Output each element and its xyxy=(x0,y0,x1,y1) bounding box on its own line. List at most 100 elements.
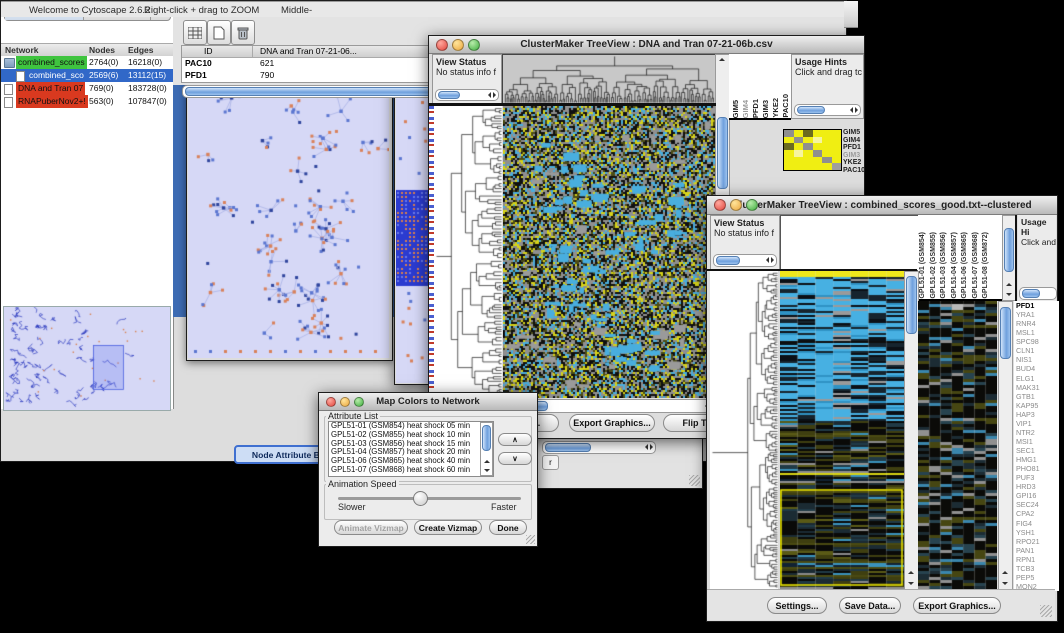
scroll-up-icon[interactable] xyxy=(1002,571,1008,574)
scroll-right-icon[interactable] xyxy=(855,107,858,113)
scrollbar-thumb[interactable] xyxy=(717,117,728,189)
scroll-arrows[interactable] xyxy=(488,92,496,98)
attribute-select-button[interactable] xyxy=(183,20,207,45)
scrollbar-thumb[interactable] xyxy=(906,276,917,334)
gene-label[interactable]: BUD4 xyxy=(1016,364,1059,373)
fragment-button[interactable]: r xyxy=(542,455,559,470)
scrollbar-thumb[interactable] xyxy=(716,256,740,265)
gene-label[interactable]: PFD1 xyxy=(1016,301,1059,310)
scrollbar-thumb[interactable] xyxy=(1022,289,1040,298)
gene-label[interactable]: RNR4 xyxy=(1016,319,1059,328)
gene-label[interactable]: HAP3 xyxy=(1016,410,1059,419)
scroll-right-icon[interactable] xyxy=(650,444,653,450)
gene-label[interactable]: PEP5 xyxy=(1016,573,1059,582)
gene-label[interactable]: SEC1 xyxy=(1016,446,1059,455)
speed-slider-thumb[interactable] xyxy=(413,491,428,506)
close-icon[interactable] xyxy=(436,39,448,51)
scroll-left-icon[interactable] xyxy=(766,257,769,263)
zoom-heatmap[interactable] xyxy=(783,129,842,171)
minimize-icon[interactable] xyxy=(340,397,350,407)
gene-label[interactable]: GTB1 xyxy=(1016,392,1059,401)
gene-label[interactable]: PAN1 xyxy=(1016,546,1059,555)
scroll-left-icon[interactable] xyxy=(645,444,648,450)
dialog-titlebar[interactable]: Map Colors to Network xyxy=(319,393,537,411)
attribute-list-vscrollbar[interactable] xyxy=(480,422,493,476)
gene-label[interactable]: YSH1 xyxy=(1016,528,1059,537)
scroll-arrows[interactable] xyxy=(850,107,858,113)
resize-grip[interactable] xyxy=(1040,605,1052,617)
gene-label[interactable]: TCB3 xyxy=(1016,564,1059,573)
scroll-up-icon[interactable] xyxy=(908,571,914,574)
scroll-down-icon[interactable] xyxy=(1002,582,1008,585)
gene-label[interactable]: NTR2 xyxy=(1016,428,1059,437)
zoom-window-icon[interactable] xyxy=(354,397,364,407)
gene-label[interactable]: YRA1 xyxy=(1016,310,1059,319)
treeview2-vscrollbar[interactable] xyxy=(904,271,919,591)
summary-heatmap[interactable] xyxy=(918,301,997,589)
export-graphics-button[interactable]: Export Graphics... xyxy=(913,597,1001,614)
network-row[interactable]: RNAPuberNov2+! 563(0) 107847(0) xyxy=(1,95,173,108)
usage-hints-hscrollbar[interactable] xyxy=(1019,287,1057,300)
fragment-hscrollbar[interactable] xyxy=(542,441,656,454)
minimize-icon[interactable] xyxy=(452,39,464,51)
scroll-arrows[interactable] xyxy=(645,444,653,450)
scroll-down-icon[interactable] xyxy=(484,469,490,472)
treeview2-heatmap[interactable] xyxy=(780,271,904,589)
scroll-up-icon[interactable] xyxy=(719,58,725,61)
network-canvas[interactable] xyxy=(188,55,389,358)
network-overview[interactable] xyxy=(3,306,171,411)
scroll-down-icon[interactable] xyxy=(908,582,914,585)
gene-label[interactable]: CPA2 xyxy=(1016,509,1059,518)
scrollbar-thumb[interactable] xyxy=(1004,228,1014,272)
gene-label[interactable]: SPC98 xyxy=(1016,337,1059,346)
animate-vizmap-button[interactable]: Animate Vizmap xyxy=(334,520,408,535)
resize-grip[interactable] xyxy=(526,535,535,544)
scroll-right-icon[interactable] xyxy=(493,92,496,98)
network-row[interactable]: combined_scores 2764(0) 16218(0) xyxy=(1,56,173,69)
gene-list[interactable]: PFD1YRA1RNR4MSL1SPC98CLN1NIS1BUD4ELG1MAK… xyxy=(1014,301,1059,591)
speed-slider-track[interactable] xyxy=(338,497,521,500)
export-graphics-button[interactable]: Export Graphics... xyxy=(569,414,655,432)
gene-label[interactable]: MAK31 xyxy=(1016,383,1059,392)
window-controls[interactable] xyxy=(429,39,480,51)
scrollbar-thumb[interactable] xyxy=(482,425,491,451)
zoom-window-icon[interactable] xyxy=(746,199,758,211)
scrollbar-thumb[interactable] xyxy=(438,91,460,99)
treeview2-titlebar[interactable]: ClusterMaker TreeView : combined_scores_… xyxy=(707,196,1057,215)
gene-label[interactable]: RPN1 xyxy=(1016,555,1059,564)
gene-label[interactable]: CLN1 xyxy=(1016,346,1059,355)
gene-label[interactable]: ELG1 xyxy=(1016,374,1059,383)
move-up-button[interactable]: ∧ xyxy=(498,433,532,446)
scrollbar-thumb[interactable] xyxy=(545,443,591,452)
gene-label[interactable]: RPO21 xyxy=(1016,537,1059,546)
delete-attribute-button[interactable] xyxy=(231,20,255,45)
view-status-hscrollbar[interactable] xyxy=(713,254,777,267)
resize-grip[interactable] xyxy=(689,475,700,486)
scrollbar-thumb[interactable] xyxy=(797,106,825,114)
treeview1-titlebar[interactable]: ClusterMaker TreeView : DNA and Tran 07-… xyxy=(429,36,864,54)
view-status-hscrollbar[interactable] xyxy=(435,89,499,101)
gene-list-vscrollbar[interactable] xyxy=(998,301,1013,591)
close-icon[interactable] xyxy=(326,397,336,407)
save-data-button[interactable]: Save Data... xyxy=(839,597,901,614)
gene-label[interactable]: SEC24 xyxy=(1016,500,1059,509)
usage-hints-hscrollbar[interactable] xyxy=(794,104,861,116)
new-attribute-button[interactable] xyxy=(207,20,231,45)
attribute-item[interactable]: GPL51-07 (GSM868) heat shock 60 min xyxy=(329,466,493,475)
gene-label[interactable]: PHO81 xyxy=(1016,464,1059,473)
minimize-icon[interactable] xyxy=(730,199,742,211)
create-vizmap-button[interactable]: Create Vizmap xyxy=(414,520,482,535)
gene-label[interactable]: HRD3 xyxy=(1016,482,1059,491)
scroll-arrows[interactable] xyxy=(766,257,774,263)
gene-label[interactable]: NIS1 xyxy=(1016,355,1059,364)
window-controls[interactable] xyxy=(319,397,364,407)
attribute-list[interactable]: GPL51-01 (GSM854) heat shock 05 minGPL51… xyxy=(328,421,494,477)
move-down-button[interactable]: ∨ xyxy=(498,452,532,465)
gene-label[interactable]: GPI16 xyxy=(1016,491,1059,500)
window-controls[interactable] xyxy=(707,199,758,211)
settings-button[interactable]: Settings... xyxy=(767,597,827,614)
gene-label[interactable]: HMG1 xyxy=(1016,455,1059,464)
gene-label[interactable]: MSI1 xyxy=(1016,437,1059,446)
gene-label[interactable]: VIP1 xyxy=(1016,419,1059,428)
gene-label[interactable]: FIG4 xyxy=(1016,519,1059,528)
